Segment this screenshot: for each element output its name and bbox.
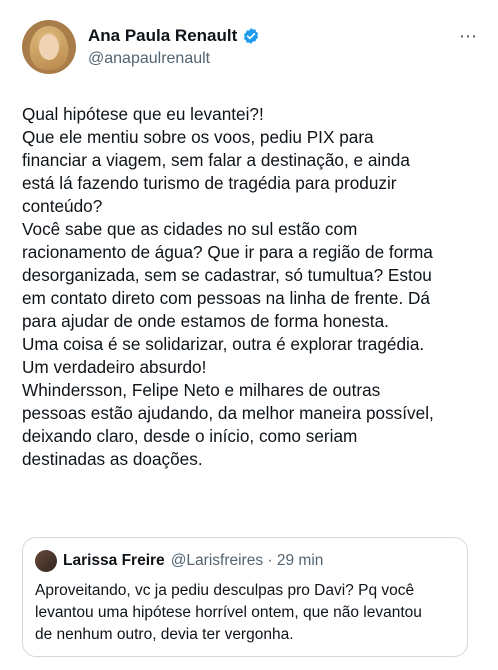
author-name[interactable]: Ana Paula Renault: [88, 26, 237, 46]
quoted-line: levantou uma hipótese horrível ontem, qu…: [35, 604, 422, 621]
post-header: Ana Paula Renault @anapaulrenault ⋯: [22, 20, 480, 76]
quoted-post-header: Larissa Freire @Larisfreires · 29 min: [35, 550, 323, 572]
quoted-line: Aproveitando, vc ja pediu desculpas pro …: [35, 582, 415, 599]
post-line: Você sabe que as cidades no sul estão co…: [22, 219, 358, 239]
post-line: Um verdadeiro absurdo!: [22, 357, 207, 377]
post-line: está lá fazendo turismo de tragédia para…: [22, 173, 397, 193]
quoted-author-handle-time: @Larisfreires · 29 min: [170, 552, 324, 569]
post-line: destinadas as doações.: [22, 449, 203, 469]
post-line: Whindersson, Felipe Neto e milhares de o…: [22, 380, 381, 400]
post-line: Uma coisa é se solidarizar, outra é expl…: [22, 334, 425, 354]
avatar-face: [39, 34, 59, 60]
post-line: Que ele mentiu sobre os voos, pediu PIX …: [22, 127, 374, 147]
post-line: desorganizada, sem se cadastrar, só tumu…: [22, 265, 432, 285]
more-options-icon[interactable]: ⋯: [459, 26, 478, 47]
verified-badge-icon: [244, 28, 259, 44]
author-avatar[interactable]: [22, 20, 76, 74]
quoted-line: de nenhum outro, devia ter vergonha.: [35, 626, 294, 643]
post-text: Qual hipótese que eu levantei?! Que ele …: [22, 103, 482, 471]
author-handle[interactable]: @anapaulrenault: [88, 50, 210, 68]
quoted-post[interactable]: Larissa Freire @Larisfreires · 29 min Ap…: [22, 537, 468, 657]
post-line: conteúdo?: [22, 196, 103, 216]
post-line: pessoas estão ajudando, da melhor maneir…: [22, 403, 434, 423]
quoted-post-text: Aproveitando, vc ja pediu desculpas pro …: [35, 580, 459, 646]
quoted-author-avatar[interactable]: [35, 550, 57, 572]
quoted-author-name[interactable]: Larissa Freire: [63, 552, 165, 570]
post-line: para ajudar de onde estamos de forma hon…: [22, 311, 389, 331]
post-line: Qual hipótese que eu levantei?!: [22, 104, 264, 124]
post-line: deixando claro, desde o início, como ser…: [22, 426, 358, 446]
author-name-row: Ana Paula Renault: [88, 26, 260, 46]
post-line: financiar a viagem, sem falar a destinaç…: [22, 150, 410, 170]
post-line: em contato direto com pessoas na linha d…: [22, 288, 430, 308]
post-line: racionamento de água? Que ir para a regi…: [22, 242, 433, 262]
